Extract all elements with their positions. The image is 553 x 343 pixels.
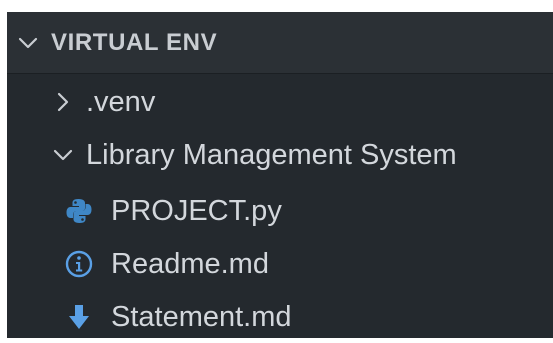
tree-item-label: .venv [86,85,156,118]
section-header-row[interactable]: VIRTUAL ENV [17,17,217,69]
tree-item-readme-md[interactable]: Readme.md [64,238,269,290]
info-icon [64,249,94,279]
chevron-down-icon [52,144,74,166]
tree-item-label: Readme.md [111,247,269,280]
tree-item-label: PROJECT.py [111,194,282,227]
python-icon [64,196,94,226]
tree-item-label: Statement.md [111,300,292,333]
tree-item-venv[interactable]: .venv [52,76,155,128]
chevron-right-icon [52,91,74,113]
section-title: VIRTUAL ENV [51,29,218,56]
tree-item-project-py[interactable]: PROJECT.py [64,185,282,237]
markdown-download-icon [64,302,94,332]
tree-item-label: Library Management System [86,138,457,171]
section-header-virtual-env[interactable]: VIRTUAL ENV [7,12,553,74]
chevron-down-icon [17,32,39,54]
explorer-panel: VIRTUAL ENV .venv Library Management Sys… [7,12,553,338]
tree-item-statement-md[interactable]: Statement.md [64,291,292,343]
tree-item-library-management-system[interactable]: Library Management System [52,129,457,181]
